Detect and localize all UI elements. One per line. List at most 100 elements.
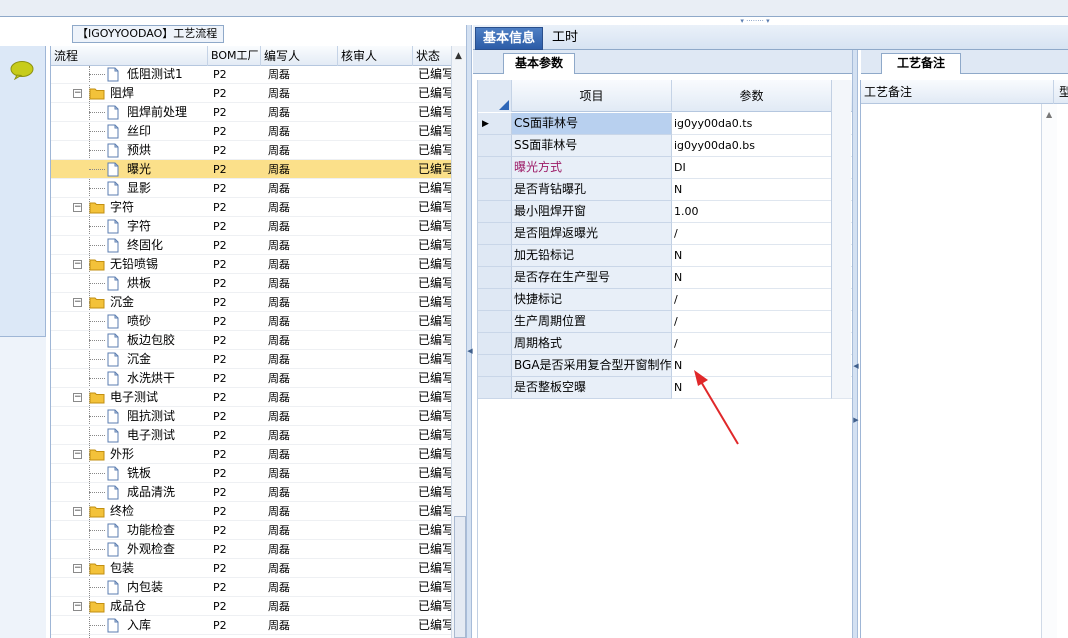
process-row[interactable]: 烘板 P2 周磊 已编写 bbox=[51, 274, 451, 293]
splitter-grip-icon[interactable]: ▾ ········ ▾ bbox=[722, 17, 788, 25]
row-indicator[interactable] bbox=[478, 179, 512, 201]
scroll-up-icon[interactable]: ▲ bbox=[1046, 110, 1052, 119]
scrollbar-thumb[interactable] bbox=[454, 516, 466, 638]
expander-minus-icon[interactable]: − bbox=[73, 89, 82, 98]
param-value-cell[interactable]: ig0yy00da0.bs bbox=[672, 135, 832, 157]
param-row[interactable]: 是否阻焊返曝光 / bbox=[478, 223, 852, 245]
process-row[interactable]: 字符 P2 周磊 已编写 bbox=[51, 217, 451, 236]
column-header-remarks[interactable]: 工艺备注 bbox=[864, 80, 1054, 104]
remarks-scrollbar[interactable]: ▲ bbox=[1041, 104, 1057, 638]
row-indicator[interactable] bbox=[478, 201, 512, 223]
column-header-status[interactable]: 状态 bbox=[413, 46, 451, 66]
vertical-splitter[interactable]: ◀ bbox=[466, 25, 473, 638]
tab-basic-params[interactable]: 基本参数 bbox=[503, 53, 575, 74]
param-row[interactable]: 快捷标记 / bbox=[478, 289, 852, 311]
chat-button[interactable] bbox=[0, 52, 44, 88]
process-row[interactable]: − 电子测试 P2 周磊 已编写 bbox=[51, 388, 451, 407]
process-row[interactable]: 喷砂 P2 周磊 已编写 bbox=[51, 312, 451, 331]
expander-minus-icon[interactable]: − bbox=[73, 260, 82, 269]
process-row[interactable]: − 包装 P2 周磊 已编写 bbox=[51, 559, 451, 578]
process-row[interactable]: 预烘 P2 周磊 已编写 bbox=[51, 141, 451, 160]
process-row[interactable]: − 终检 P2 周磊 已编写 bbox=[51, 502, 451, 521]
reviewer-cell bbox=[341, 483, 411, 502]
process-row[interactable]: 显影 P2 周磊 已编写 bbox=[51, 179, 451, 198]
tab-basic-info[interactable]: 基本信息 bbox=[475, 27, 544, 50]
column-header-param[interactable]: 参数 bbox=[672, 80, 832, 112]
column-header-writer[interactable]: 编写人 bbox=[261, 46, 338, 66]
process-row[interactable]: 阻抗测试 P2 周磊 已编写 bbox=[51, 407, 451, 426]
process-row[interactable]: 功能检查 P2 周磊 已编写 bbox=[51, 521, 451, 540]
row-indicator[interactable]: ▶ bbox=[478, 113, 512, 135]
process-row[interactable]: − 成品仓 P2 周磊 已编写 bbox=[51, 597, 451, 616]
process-row[interactable]: 外观检查 P2 周磊 已编写 bbox=[51, 540, 451, 559]
process-row[interactable]: 铣板 P2 周磊 已编写 bbox=[51, 464, 451, 483]
expander-minus-icon[interactable]: − bbox=[73, 298, 82, 307]
process-row[interactable]: 丝印 P2 周磊 已编写 bbox=[51, 122, 451, 141]
param-row[interactable]: BGA是否采用复合型开窗制作 N bbox=[478, 355, 852, 377]
expander-minus-icon[interactable]: − bbox=[73, 450, 82, 459]
expander-minus-icon[interactable]: − bbox=[73, 507, 82, 516]
column-header-type[interactable]: 型 bbox=[1059, 80, 1068, 104]
param-value-cell[interactable]: / bbox=[672, 311, 832, 333]
process-row[interactable]: 入库 P2 周磊 已编写 bbox=[51, 616, 451, 635]
column-header-reviewer[interactable]: 核审人 bbox=[338, 46, 413, 66]
param-value-cell[interactable]: / bbox=[672, 333, 832, 355]
row-indicator[interactable] bbox=[478, 267, 512, 289]
process-row[interactable]: 沉金 P2 周磊 已编写 bbox=[51, 350, 451, 369]
vertical-splitter-right[interactable]: ◀ ▶ bbox=[852, 50, 859, 638]
row-indicator[interactable] bbox=[478, 245, 512, 267]
param-value-cell[interactable]: N bbox=[672, 179, 832, 201]
param-row[interactable]: 加无铅标记 N bbox=[478, 245, 852, 267]
process-row[interactable]: 低阻测试1 P2 周磊 已编写 bbox=[51, 66, 451, 84]
row-indicator[interactable] bbox=[478, 289, 512, 311]
process-row[interactable]: 板边包胶 P2 周磊 已编写 bbox=[51, 331, 451, 350]
param-value-cell[interactable]: / bbox=[672, 289, 832, 311]
param-row[interactable]: 生产周期位置 / bbox=[478, 311, 852, 333]
column-header-item[interactable]: 项目 bbox=[512, 80, 672, 112]
process-row[interactable]: − 沉金 P2 周磊 已编写 bbox=[51, 293, 451, 312]
row-indicator[interactable] bbox=[478, 311, 512, 333]
process-row[interactable]: 曝光 P2 周磊 已编写 bbox=[51, 160, 451, 179]
process-row[interactable]: − 阻焊 P2 周磊 已编写 bbox=[51, 84, 451, 103]
process-row[interactable]: 电子测试 P2 周磊 已编写 bbox=[51, 426, 451, 445]
param-row[interactable]: 是否整板空曝 N bbox=[478, 377, 852, 399]
scroll-up-icon[interactable]: ▲ bbox=[455, 51, 462, 61]
param-row[interactable]: 曝光方式 DI bbox=[478, 157, 852, 179]
param-value-cell[interactable]: 1.00 bbox=[672, 201, 832, 223]
process-scrollbar[interactable]: ▲ bbox=[451, 46, 467, 638]
param-value-cell[interactable]: / bbox=[672, 223, 832, 245]
process-row[interactable]: − 外形 P2 周磊 已编写 bbox=[51, 445, 451, 464]
row-indicator[interactable] bbox=[478, 333, 512, 355]
expander-minus-icon[interactable]: − bbox=[73, 602, 82, 611]
tab-process-remarks[interactable]: 工艺备注 bbox=[881, 53, 961, 74]
param-row[interactable]: 是否背钻曝孔 N bbox=[478, 179, 852, 201]
column-header-bom[interactable]: BOM工厂 bbox=[208, 46, 261, 66]
param-value-cell[interactable]: N bbox=[672, 245, 832, 267]
row-indicator[interactable] bbox=[478, 223, 512, 245]
param-row[interactable]: ▶ CS面菲林号 ig0yy00da0.ts bbox=[478, 113, 852, 135]
param-value-cell[interactable]: ig0yy00da0.ts bbox=[672, 113, 832, 135]
param-value-cell[interactable]: N bbox=[672, 267, 832, 289]
process-row[interactable]: 水洗烘干 P2 周磊 已编写 bbox=[51, 369, 451, 388]
process-row[interactable]: 终固化 P2 周磊 已编写 bbox=[51, 236, 451, 255]
param-row[interactable]: SS面菲林号 ig0yy00da0.bs bbox=[478, 135, 852, 157]
row-indicator[interactable] bbox=[478, 157, 512, 179]
tab-work-hours[interactable]: 工时 bbox=[545, 27, 585, 50]
param-value-cell[interactable]: DI bbox=[672, 157, 832, 179]
param-row[interactable]: 最小阻焊开窗1.00mil bbox=[478, 201, 852, 223]
status-cell: 已编写 bbox=[418, 504, 451, 518]
expander-minus-icon[interactable]: − bbox=[73, 564, 82, 573]
process-row[interactable]: 阻焊前处理 P2 周磊 已编写 bbox=[51, 103, 451, 122]
row-indicator[interactable] bbox=[478, 355, 512, 377]
process-row[interactable]: − 字符 P2 周磊 已编写 bbox=[51, 198, 451, 217]
row-indicator[interactable] bbox=[478, 135, 512, 157]
row-indicator[interactable] bbox=[478, 377, 512, 399]
process-row[interactable]: − 无铅喷锡 P2 周磊 已编写 bbox=[51, 255, 451, 274]
param-row[interactable]: 是否存在生产型号 N bbox=[478, 267, 852, 289]
expander-minus-icon[interactable]: − bbox=[73, 393, 82, 402]
expander-minus-icon[interactable]: − bbox=[73, 203, 82, 212]
column-header-flow[interactable]: 流程 bbox=[51, 46, 208, 66]
process-row[interactable]: 成品清洗 P2 周磊 已编写 bbox=[51, 483, 451, 502]
param-row[interactable]: 周期格式 / bbox=[478, 333, 852, 355]
process-row[interactable]: 内包装 P2 周磊 已编写 bbox=[51, 578, 451, 597]
